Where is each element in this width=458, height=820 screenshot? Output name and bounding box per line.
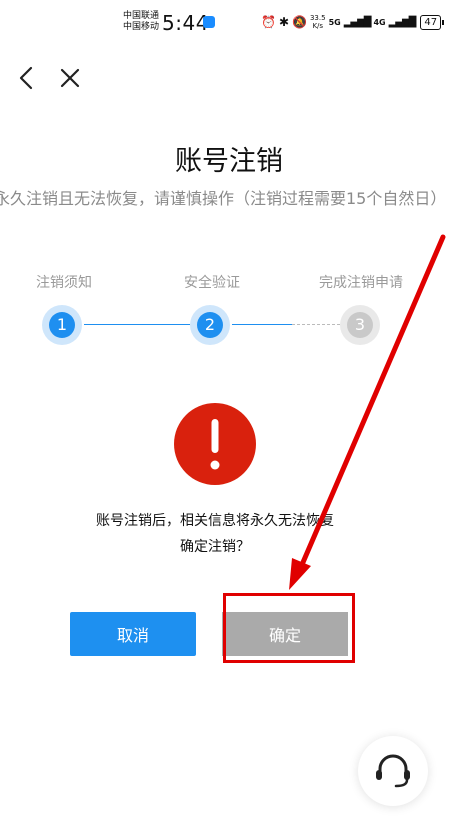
cancel-button[interactable]: 取消 [70,612,196,656]
confirm-message: 账号注销后，相关信息将永久无法恢复 确定注销？ [0,508,430,560]
warning-icon [174,403,256,485]
carrier-1: 中国联通 [123,11,160,21]
carrier-2: 中国移动 [123,22,160,32]
step-connector-2-pending [292,324,340,325]
page-title: 账号注销 [175,146,283,177]
status-bar: 中国联通 中国移动 5:44 ⏰ ✱ 🔕 33.5 K/s 5G ▂▄▆█ 4G… [0,0,458,44]
headset-icon [376,754,410,788]
confirm-message-line1: 账号注销后，相关信息将永久无法恢复 [96,513,334,529]
signal-icon: ▂▄▆█ [343,16,372,28]
step-2-label: 安全验证 [184,275,240,291]
step-3-label: 完成注销申请 [319,275,403,291]
confirm-message-line2: 确定注销？ [180,539,250,555]
carrier-info: 中国联通 中国移动 [123,11,159,33]
net-speed: 33.5 K/s [309,14,326,30]
battery-icon: 47 [420,14,444,30]
confirm-button[interactable]: 确定 [222,612,348,656]
close-button[interactable] [56,64,84,92]
step-3-indicator: 3 [340,305,380,345]
step-connector-2 [232,324,292,325]
back-button[interactable] [12,62,40,94]
step-1-label: 注销须知 [36,275,92,291]
mute-icon: 🔕 [292,15,307,29]
step-1-indicator: 1 [42,305,82,345]
page-subtitle: 永久注销且无法恢复，请谨慎操作（注销过程需要15个自然日） [0,189,447,208]
close-icon [60,68,80,88]
exclamation-icon [210,419,220,470]
step-2-indicator: 2 [190,305,230,345]
bluetooth-icon: ✱ [278,15,290,29]
alarm-icon: ⏰ [261,15,276,29]
network-5g-label: 5G [328,17,341,27]
clock: 5:44 [162,11,209,35]
signal-icon-2: ▂▄▆█ [388,16,417,28]
customer-service-button[interactable] [358,736,428,806]
system-icons: ⏰ ✱ 🔕 33.5 K/s 5G ▂▄▆█ 4G ▂▄▆█ 47 [261,14,444,30]
step-connector-1 [84,324,190,325]
chevron-left-icon [19,66,33,90]
network-4g-label: 4G [373,17,386,27]
app-notification-icon [203,16,215,28]
